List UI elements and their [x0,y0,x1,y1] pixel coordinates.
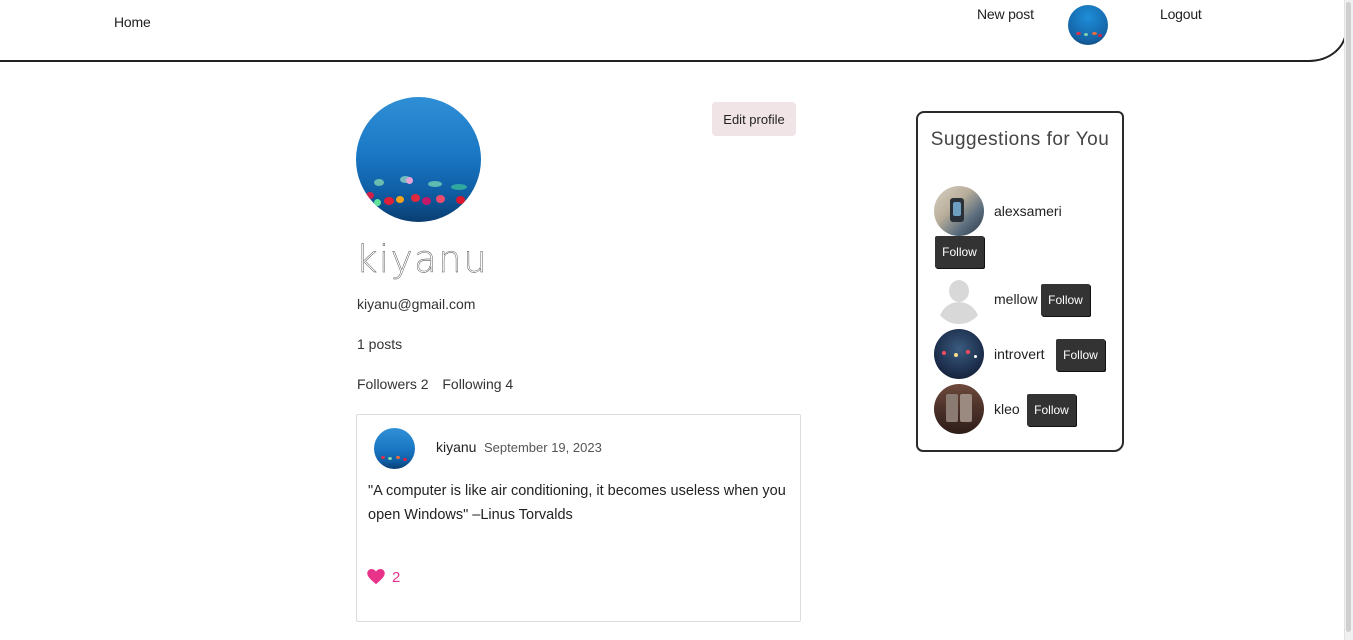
suggestions-title: Suggestions for You [930,129,1110,150]
post-text: "A computer is like air conditioning, it… [368,483,786,523]
follow-button-mellow[interactable]: Follow [1041,284,1090,316]
profile-username: kiyanu [356,238,489,281]
suggestion-name-alexsameri[interactable]: alexsameri [994,203,1062,219]
profile-follow-stats: Followers 2 Following 4 [357,376,513,392]
nav-home-link[interactable]: Home [114,14,151,30]
nav-avatar[interactable] [1068,5,1108,45]
top-navbar [0,0,1347,62]
nav-new-post-link[interactable]: New post [977,6,1034,22]
profile-avatar [356,97,481,222]
post-author-name[interactable]: kiyanu [436,439,476,455]
suggestion-name-introvert[interactable]: introvert [994,346,1045,362]
heart-icon[interactable] [367,569,385,585]
suggestion-name-kleo[interactable]: kleo [994,401,1020,417]
post-author-avatar[interactable] [374,428,415,469]
followers-count[interactable]: Followers 2 [357,376,429,392]
suggestions-panel: Suggestions for You alexsameri Follow me… [916,111,1124,452]
post-date: September 19, 2023 [484,440,602,455]
following-count[interactable]: Following 4 [442,376,513,392]
page-scrollbar[interactable] [1344,0,1353,640]
suggestion-avatar-introvert[interactable] [934,329,984,379]
edit-profile-button[interactable]: Edit profile [712,102,796,136]
follow-button-alexsameri[interactable]: Follow [935,236,984,268]
scrollbar-thumb[interactable] [1346,2,1351,632]
suggestion-avatar-kleo[interactable] [934,384,984,434]
profile-email: kiyanu@gmail.com [357,296,476,312]
suggestion-avatar-alexsameri[interactable] [934,186,984,236]
nav-logout-link[interactable]: Logout [1160,6,1202,22]
like-count: 2 [392,569,401,586]
follow-button-kleo[interactable]: Follow [1027,394,1076,426]
profile-posts-count: 1 posts [357,336,403,352]
follow-button-introvert[interactable]: Follow [1056,339,1105,371]
post-card: kiyanu September 19, 2023 "A computer is… [356,414,801,622]
suggestion-avatar-mellow[interactable] [934,274,984,324]
suggestion-name-mellow[interactable]: mellow [994,291,1038,307]
